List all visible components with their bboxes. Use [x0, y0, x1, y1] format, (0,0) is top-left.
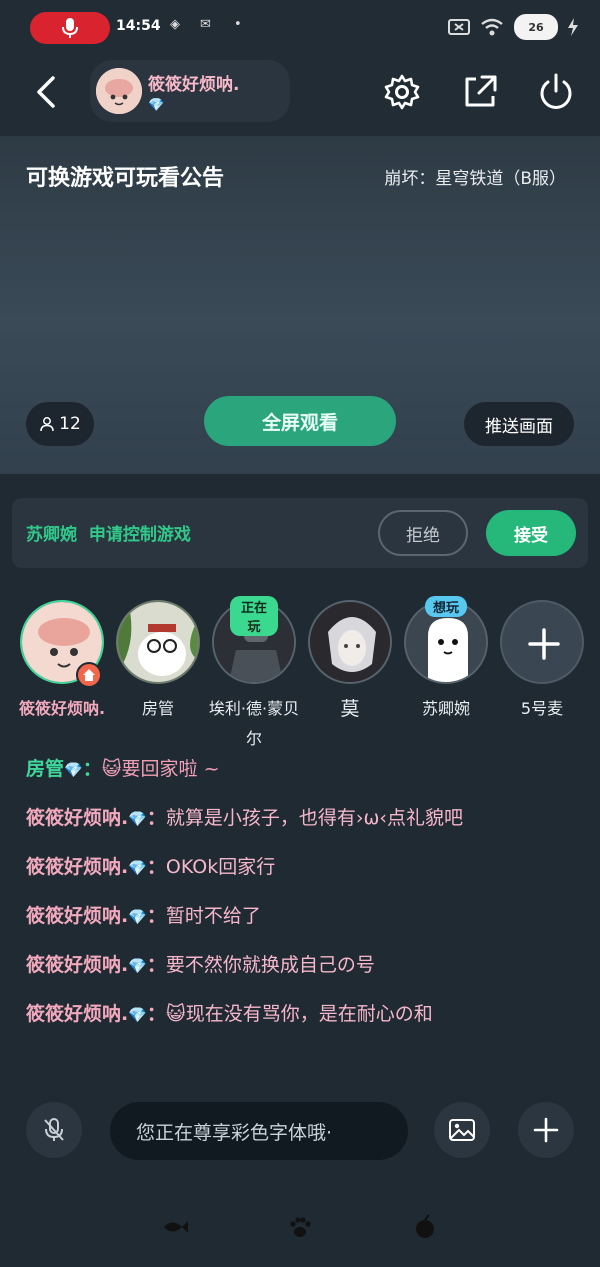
seat-label: 苏卿婉 [421, 699, 470, 718]
seat-label: 埃利·德·蒙贝尔 [208, 699, 300, 748]
gem-icon: 💎 [148, 98, 165, 113]
room-title: 可换游戏可玩看公告 [26, 166, 225, 191]
stream-area[interactable]: 可换游戏可玩看公告 崩坏：星穹铁道（B服） 12 全屏观看 推送画面 [0, 136, 600, 474]
status-right-group: 26 [448, 14, 578, 40]
room-header: 筱筱好烦呐. 💎 [0, 56, 600, 136]
image-icon [449, 1119, 475, 1141]
owner-name: 筱筱好烦呐. [148, 75, 240, 95]
seat-label: 5号麦 [520, 699, 564, 718]
separator: ： [146, 807, 166, 829]
seat-2[interactable]: 房管 [110, 600, 206, 724]
chat-message: 房管💎：😺要回家啦 ~ [26, 754, 576, 785]
paw-icon[interactable] [285, 1212, 315, 1242]
chat-message: 筱筱好烦呐.💎：要不然你就换成自己の号 [26, 950, 576, 981]
back-icon[interactable] [28, 72, 68, 112]
power-icon[interactable] [536, 72, 576, 112]
request-message: 申请控制游戏 [88, 525, 191, 545]
separator: ： [82, 758, 102, 780]
message-text: 暂时不给了 [165, 905, 261, 927]
status-bar: 14:54 ◈ ✉ • 26 [0, 0, 600, 56]
message-text: 要不然你就换成自己の号 [165, 954, 375, 976]
message-text: OKOk回家行 [165, 856, 276, 878]
separator: ： [146, 954, 166, 976]
app-notification-icon: ◈ [170, 17, 180, 32]
message-text: 😺要回家啦 ~ [101, 758, 220, 780]
fullscreen-button[interactable]: 全屏观看 [204, 396, 396, 446]
accept-button[interactable]: 接受 [486, 510, 576, 556]
sender-name: 筱筱好烦呐. [26, 856, 129, 878]
gem-icon: 💎 [64, 761, 83, 779]
seat-1[interactable]: 筱筱好烦呐. [14, 600, 110, 724]
host-home-icon [76, 662, 102, 688]
fish-icon[interactable] [160, 1212, 190, 1242]
owner-chip[interactable]: 筱筱好烦呐. 💎 [90, 60, 290, 122]
message-text: 就算是小孩子，也得有›ω‹点礼貌吧 [165, 807, 464, 829]
gem-icon: 💎 [128, 810, 147, 828]
system-nav-bar [0, 1200, 600, 1267]
separator: ： [146, 905, 166, 927]
chat-message: 筱筱好烦呐.💎：😺现在没有骂你，是在耐心の和 [26, 999, 576, 1030]
gem-icon: 💎 [128, 957, 147, 975]
playing-badge: 正在玩 [230, 596, 278, 636]
sender-name: 筱筱好烦呐. [26, 905, 129, 927]
gem-icon: 💎 [128, 1006, 147, 1024]
chat-message: 筱筱好烦呐.💎：就算是小孩子，也得有›ω‹点礼貌吧 [26, 803, 576, 834]
viewer-count[interactable]: 12 [26, 402, 94, 446]
seat-label: 筱筱好烦呐. [18, 699, 106, 718]
mic-seats: 筱筱好烦呐. 房管 正在玩 埃利·德·蒙贝尔 莫 想玩 苏卿婉 5号麦 [0, 596, 600, 760]
image-button[interactable] [434, 1102, 490, 1158]
seat-5[interactable]: 想玩 苏卿婉 [398, 596, 494, 724]
avatar [116, 600, 200, 684]
message-input[interactable]: 您正在尊享彩色字体哦· [110, 1102, 408, 1160]
message-text: 😺现在没有骂你，是在耐心の和 [165, 1003, 433, 1025]
owner-avatar [96, 68, 142, 114]
chat-message: 筱筱好烦呐.💎：OKOk回家行 [26, 852, 576, 883]
seat-label: 房管 [141, 699, 174, 718]
reject-button[interactable]: 拒绝 [378, 510, 468, 556]
gem-icon: 💎 [128, 908, 147, 926]
share-icon[interactable] [460, 72, 500, 112]
sender-name: 房管 [26, 758, 65, 780]
requester-name: 苏卿婉 [26, 525, 77, 545]
sender-name: 筱筱好烦呐. [26, 807, 129, 829]
mic-off-icon [44, 1118, 64, 1141]
seat-4[interactable]: 莫 [302, 600, 398, 724]
separator: ： [146, 856, 166, 878]
control-request-panel: 苏卿婉 申请控制游戏 拒绝 接受 [12, 498, 588, 568]
separator: ： [146, 1003, 166, 1025]
gear-icon[interactable] [382, 72, 422, 112]
chat-message: 筱筱好烦呐.💎：暂时不给了 [26, 901, 576, 932]
recording-indicator[interactable] [30, 12, 110, 44]
seat-3[interactable]: 正在玩 埃利·德·蒙贝尔 [206, 596, 302, 754]
mic-toggle-button[interactable] [26, 1102, 82, 1158]
plus-icon [533, 1117, 559, 1143]
sim-off-icon [448, 19, 470, 35]
more-notifications-icon: • [234, 17, 242, 32]
seat-6-empty[interactable]: 5号麦 [494, 600, 590, 724]
more-button[interactable] [518, 1102, 574, 1158]
battery-indicator: 26 [514, 14, 558, 40]
request-text: 苏卿婉 申请控制游戏 [26, 520, 191, 545]
push-screen-button[interactable]: 推送画面 [464, 402, 574, 446]
plus-icon [528, 628, 560, 660]
wifi-icon [481, 18, 503, 36]
gem-icon: 💎 [128, 859, 147, 877]
avatar [308, 600, 392, 684]
status-time: 14:54 [116, 18, 161, 34]
game-name: 崩坏：星穹铁道（B服） [384, 169, 566, 189]
microphone-icon [62, 18, 78, 38]
seat-label: 莫 [340, 698, 360, 720]
sender-name: 筱筱好烦呐. [26, 954, 129, 976]
sender-name: 筱筱好烦呐. [26, 1003, 129, 1025]
charging-icon [568, 18, 578, 36]
chat-list: 房管💎：😺要回家啦 ~ 筱筱好烦呐.💎：就算是小孩子，也得有›ω‹点礼貌吧 筱筱… [26, 754, 576, 1048]
person-icon [40, 417, 54, 432]
avatar [500, 600, 584, 684]
message-notification-icon: ✉ [200, 17, 211, 32]
ball-icon[interactable] [410, 1212, 440, 1242]
viewer-count-value: 12 [59, 414, 81, 434]
want-to-play-badge: 想玩 [424, 596, 468, 617]
input-bar: 您正在尊享彩色字体哦· [0, 1100, 600, 1164]
